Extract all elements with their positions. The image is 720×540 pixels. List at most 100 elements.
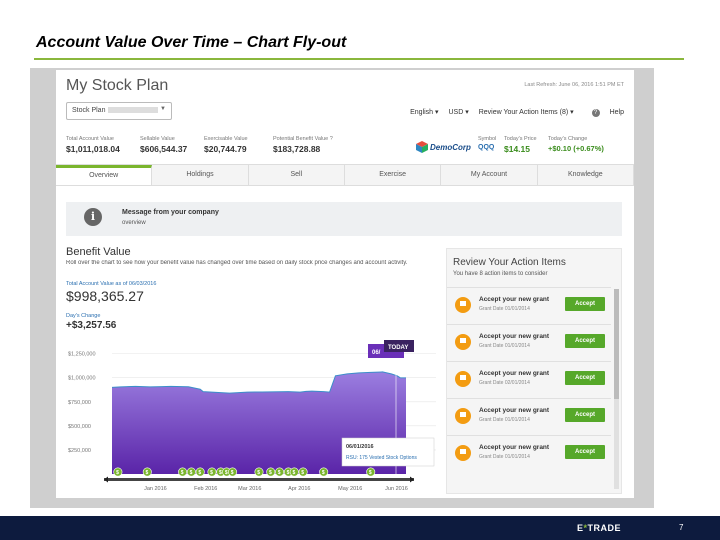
change-value: +$0.10 (+0.67%) [548, 144, 604, 153]
action-date: Grant Date 01/01/2014 [479, 343, 530, 349]
y-tick-label: $1,250,000 [68, 352, 96, 358]
stock-plan-app: My Stock Plan Last Refresh: June 06, 201… [56, 70, 634, 498]
metric-label: Potential Benefit Value ? [273, 136, 333, 142]
y-axis-ticks: $1,250,000 $1,000,000 $750,000 $500,000 $250… [68, 352, 96, 454]
metric-value: $606,544.37 [140, 144, 188, 154]
page-number: 7 [679, 523, 684, 532]
accept-button[interactable]: Accept [565, 371, 605, 385]
metric-label: Total Account Value [66, 136, 114, 142]
y-tick-label: $250,000 [68, 448, 91, 454]
review-actions-link[interactable]: Review Your Action Items (8) ▾ [479, 109, 574, 116]
benefit-value-chart[interactable]: $1,250,000 $1,000,000 $750,000 $500,000 $250… [66, 332, 442, 492]
currency-select[interactable]: USD ▾ [448, 109, 468, 116]
stock-symbol: Symbol QQQ [478, 136, 496, 151]
event-marker-label: $ [225, 470, 228, 476]
days-change-label: Day's Change [66, 313, 101, 319]
metric-total-account-value: Total Account Value $1,011,018.04 [66, 136, 120, 154]
top-links: English ▾ USD ▾ Review Your Action Items… [402, 108, 624, 117]
message-body[interactable]: overview [122, 220, 146, 226]
main-tabs: Overview Holdings Sell Exercise My Accou… [56, 164, 634, 186]
last-refresh: Last Refresh: June 06, 2016 1:51 PM ET [524, 82, 624, 88]
event-marker-label: $ [269, 470, 272, 476]
x-tick-label: Feb 2016 [194, 486, 217, 492]
plan-select-value: Stock Plan [72, 107, 106, 114]
event-marker-label: $ [116, 470, 119, 476]
price-value: $14.15 [504, 144, 530, 154]
price-label: Today's Price [504, 136, 537, 142]
total-value: $998,365.27 [66, 288, 144, 304]
page-title: My Stock Plan [66, 77, 169, 94]
event-marker-label: $ [278, 470, 281, 476]
action-item: Accept your new grant Grant Date 01/01/2… [447, 435, 611, 471]
event-marker-label: $ [190, 470, 193, 476]
accept-button[interactable]: Accept [565, 445, 605, 459]
slide-footer: E*TRADE 7 [0, 516, 720, 540]
language-select[interactable]: English ▾ [410, 109, 438, 116]
metric-exercisable-value: Exercisable Value $20,744.79 [204, 136, 248, 154]
x-tick-label: Jan 2016 [144, 486, 167, 492]
timeline-left-handle-icon[interactable] [104, 476, 108, 483]
action-date: Grant Date 02/01/2014 [479, 380, 530, 386]
y-tick-label: $500,000 [68, 424, 91, 430]
event-marker-label: $ [257, 470, 260, 476]
value-tag-text: 06/ [372, 350, 381, 356]
todays-change: Today's Change +$0.10 (+0.67%) [548, 136, 604, 153]
action-title: Accept your new grant [479, 296, 550, 303]
action-date: Grant Date 01/01/2014 [479, 306, 530, 312]
etrade-logo: E*TRADE [577, 523, 621, 533]
tab-overview[interactable]: Overview [56, 165, 153, 185]
action-item: Accept your new grant Grant Date 02/01/2… [447, 361, 611, 397]
accept-button[interactable]: Accept [565, 297, 605, 311]
accept-button[interactable]: Accept [565, 334, 605, 348]
action-title: Accept your new grant [479, 333, 550, 340]
action-item: Accept your new grant Grant Date 01/01/2… [447, 287, 611, 323]
action-list-scrollbar[interactable] [614, 289, 619, 489]
value-label: Total Account Value as of 06/03/2016 [66, 281, 157, 287]
brand-suffix: TRADE [587, 523, 622, 533]
cube-logo-icon [416, 141, 428, 153]
tab-knowledge[interactable]: Knowledge [538, 165, 634, 185]
scroll-thumb[interactable] [614, 289, 619, 399]
event-marker-label: $ [322, 470, 325, 476]
tab-my-account[interactable]: My Account [441, 165, 538, 185]
metric-label: Sellable Value [140, 136, 175, 142]
company-message: i Message from your company overview [66, 202, 622, 236]
timeline-right-handle-icon[interactable] [410, 476, 414, 483]
x-tick-label: Jun 2016 [385, 486, 408, 492]
plan-select[interactable]: Stock Plan ▼ [66, 102, 172, 120]
flag-icon [455, 334, 471, 350]
slide-title: Account Value Over Time – Chart Fly-out [36, 34, 347, 51]
chevron-down-icon: ▼ [160, 106, 166, 112]
change-label: Today's Change [548, 136, 588, 142]
event-marker-label: $ [210, 470, 213, 476]
help-icon: ? [591, 109, 600, 117]
x-axis-ticks: Jan 2016 Feb 2016 Mar 2016 Apr 2016 May 2016… [144, 486, 408, 492]
event-marker-label: $ [231, 470, 234, 476]
event-marker-label: $ [181, 470, 184, 476]
symbol-value[interactable]: QQQ [478, 144, 496, 151]
chart-timeline[interactable] [104, 476, 414, 483]
y-tick-label: $750,000 [68, 400, 91, 406]
action-panel-title: Review Your Action Items [453, 257, 566, 268]
days-change-value: +$3,257.56 [66, 320, 117, 331]
event-marker-label: $ [292, 470, 295, 476]
timeline-bar[interactable] [104, 478, 414, 481]
x-tick-label: May 2016 [338, 486, 362, 492]
tooltip-date: 06/01/2016 [346, 444, 374, 450]
todays-price: Today's Price $14.15 [504, 136, 537, 154]
tab-holdings[interactable]: Holdings [152, 165, 249, 185]
tab-sell[interactable]: Sell [249, 165, 345, 185]
company-logo: DemoCorp [416, 137, 474, 159]
today-tag-text: TODAY [388, 345, 408, 351]
benefit-description: Roll over the chart to see how your bene… [66, 260, 408, 266]
help-link[interactable]: ? Help [584, 109, 624, 117]
metric-label: Exercisable Value [204, 136, 248, 142]
event-marker-label: $ [301, 470, 304, 476]
metric-value: $1,011,018.04 [66, 144, 120, 154]
help-label: Help [609, 109, 624, 116]
flag-icon [455, 297, 471, 313]
info-icon: i [84, 208, 102, 226]
x-tick-label: Apr 2016 [288, 486, 310, 492]
accept-button[interactable]: Accept [565, 408, 605, 422]
tab-exercise[interactable]: Exercise [345, 165, 442, 185]
